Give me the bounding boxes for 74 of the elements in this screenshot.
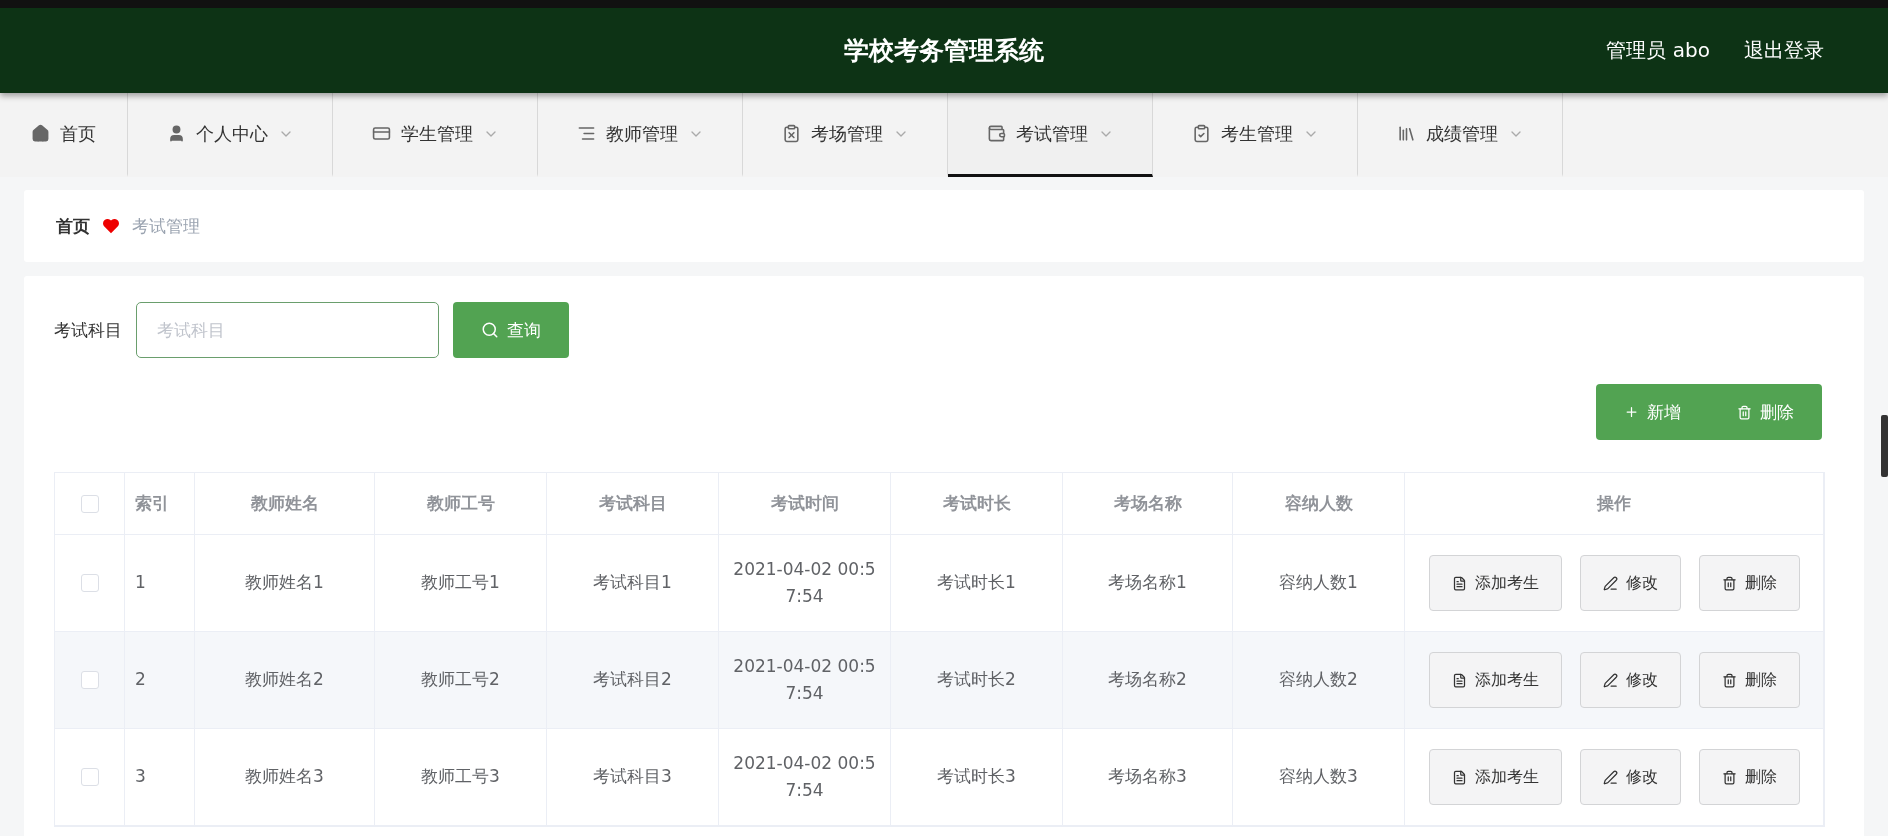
table-cell: 2 xyxy=(125,632,195,728)
add-examinee-button[interactable]: 添加考生 xyxy=(1428,652,1562,708)
trash-icon xyxy=(1721,769,1737,785)
user-name: 管理员 abo xyxy=(1606,37,1710,64)
pen-icon xyxy=(1602,672,1618,688)
heart-icon xyxy=(102,218,120,234)
table-cell: 考试科目2 xyxy=(547,632,719,728)
nav-icon xyxy=(986,124,1006,143)
nav-icon xyxy=(371,124,391,143)
table-cell: 教师姓名1 xyxy=(195,535,375,631)
pen-icon xyxy=(1602,575,1618,591)
column-header: 考试时间 xyxy=(719,473,891,534)
field-label: 考试科目 xyxy=(54,318,122,342)
table-cell: 考试时长3 xyxy=(891,729,1063,825)
edit-button[interactable]: 修改 xyxy=(1579,555,1681,611)
app-title: 学校考务管理系统 xyxy=(844,35,1044,67)
column-header: 教师姓名 xyxy=(195,473,375,534)
edit-button[interactable]: 修改 xyxy=(1579,652,1681,708)
table-cell: 容纳人数2 xyxy=(1233,632,1405,728)
table-cell: 3 xyxy=(125,729,195,825)
delete-button[interactable]: 删除 xyxy=(1698,749,1800,805)
add-examinee-button[interactable]: 添加考生 xyxy=(1428,555,1562,611)
table-cell: 教师工号3 xyxy=(375,729,547,825)
scrollbar-thumb[interactable] xyxy=(1881,415,1888,477)
nav-icon xyxy=(576,124,596,143)
table-cell: 2021-04-02 00:57:54 xyxy=(719,632,891,728)
column-header: 考试时长 xyxy=(891,473,1063,534)
table-cell: 容纳人数1 xyxy=(1233,535,1405,631)
table-cell: 教师工号1 xyxy=(375,535,547,631)
table-cell: 2021-04-02 00:57:54 xyxy=(719,535,891,631)
table-cell: 容纳人数3 xyxy=(1233,729,1405,825)
nav-icon xyxy=(1191,124,1211,143)
table-cell: 考试时长2 xyxy=(891,632,1063,728)
edit-button[interactable]: 修改 xyxy=(1579,749,1681,805)
table-cell: 考场名称2 xyxy=(1063,632,1233,728)
trash-icon xyxy=(1737,403,1752,421)
pen-icon xyxy=(1602,769,1618,785)
column-header: 考场名称 xyxy=(1063,473,1233,534)
column-header: 考试科目 xyxy=(547,473,719,534)
subject-search-field[interactable]: 考试科目 xyxy=(136,302,439,358)
table-cell: 教师姓名3 xyxy=(195,729,375,825)
breadcrumb-current: 考试管理 xyxy=(132,214,200,238)
table-cell: 1 xyxy=(125,535,195,631)
column-header: 索引 xyxy=(125,473,195,534)
trash-icon xyxy=(1721,672,1737,688)
add-examinee-button[interactable]: 添加考生 xyxy=(1428,749,1562,805)
document-icon xyxy=(1451,672,1467,688)
breadcrumb-home[interactable]: 首页 xyxy=(56,214,90,238)
delete-button[interactable]: 删除 xyxy=(1698,555,1800,611)
table-cell: 考场名称3 xyxy=(1063,729,1233,825)
document-icon xyxy=(1451,575,1467,591)
table-cell: 考试时长1 xyxy=(891,535,1063,631)
column-header: 教师工号 xyxy=(375,473,547,534)
table-cell: 考试科目3 xyxy=(547,729,719,825)
table-cell: 教师工号2 xyxy=(375,632,547,728)
select-all-checkbox[interactable] xyxy=(80,494,99,513)
table-cell: 考场名称1 xyxy=(1063,535,1233,631)
table-cell: 教师姓名2 xyxy=(195,632,375,728)
document-icon xyxy=(1451,769,1467,785)
trash-icon xyxy=(1721,575,1737,591)
nav-icon xyxy=(1396,124,1416,143)
nav-icon xyxy=(31,124,50,143)
nav-tab[interactable]: 考试管理 xyxy=(948,93,1153,177)
table-cell: 考试科目1 xyxy=(547,535,719,631)
table-cell: 2021-04-02 00:57:54 xyxy=(719,729,891,825)
column-header: 操作 xyxy=(1405,473,1824,534)
logout-link[interactable]: 退出登录 xyxy=(1744,37,1824,64)
row-checkbox[interactable] xyxy=(80,768,99,786)
delete-button[interactable]: 删除 xyxy=(1698,652,1800,708)
column-header: 容纳人数 xyxy=(1233,473,1405,534)
search-icon xyxy=(481,321,499,339)
row-checkbox[interactable] xyxy=(80,671,99,689)
nav-icon xyxy=(781,124,801,143)
row-checkbox[interactable] xyxy=(80,574,99,592)
